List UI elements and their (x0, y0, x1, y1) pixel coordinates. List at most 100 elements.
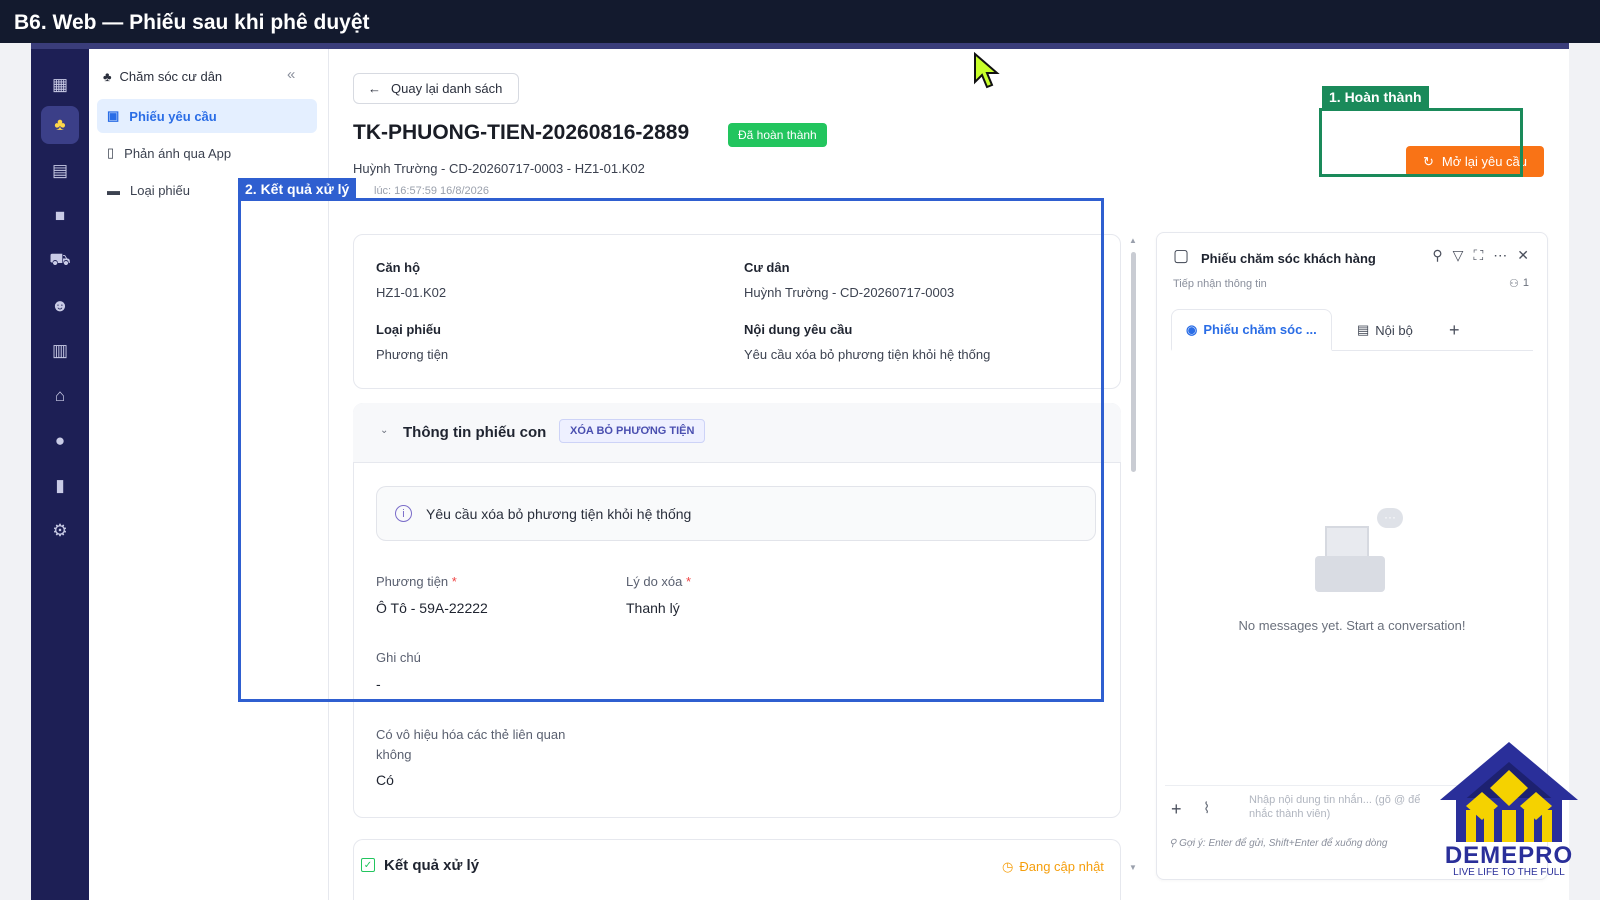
chart-icon[interactable]: ▮ (41, 467, 79, 505)
logo-mark (1440, 742, 1578, 842)
app-icon-bar: ▦ ♣ ▤ ■ ⛟ ☻ ▥ ⌂ ● ▮ ⚙ (31, 49, 89, 900)
scrollbar-thumb[interactable] (1131, 252, 1136, 472)
gear-icon[interactable]: ⚙ (41, 512, 79, 550)
empty-mailbox-icon: ··· (1315, 508, 1403, 592)
required-mark: * (686, 574, 692, 589)
mouse-cursor-icon (974, 52, 1000, 89)
notice-text: Yêu cầu xóa bỏ phương tiện khỏi hệ thống (426, 505, 692, 522)
chat-toolbar: ⚲ ▽ ⛶ ⋯ ✕ (1432, 247, 1529, 264)
refresh-icon: ↻ (1422, 153, 1434, 169)
clock-icon: ◷ (1002, 859, 1014, 874)
logo-tagline: LIVE LIFE TO THE FULL (1453, 867, 1565, 878)
tab-customer-care[interactable]: ◉ Phiếu chăm sóc ... (1171, 309, 1332, 351)
info-notice: i Yêu cầu xóa bỏ phương tiện khỏi hệ thố… (376, 486, 1096, 541)
tab-label: Nội bộ (1375, 322, 1413, 338)
vo-hieu-label: Có vô hiệu hóa các thẻ liên quan không (376, 727, 566, 762)
can-ho-value: HZ1-01.K02 (376, 285, 447, 300)
cu-dan-label: Cư dân (744, 260, 790, 275)
vo-hieu-value: Có (376, 772, 394, 788)
left-margin (0, 43, 31, 900)
hint-text: Gợi ý: Enter để gửi, Shift+Enter để xuốn… (1179, 838, 1388, 849)
note-icon: ▤ (1357, 322, 1370, 337)
ghi-chu-value: - (376, 676, 381, 692)
logo-brand: DEMEPRO (1444, 842, 1574, 869)
sidenav-title: Chăm sóc cư dân (119, 69, 223, 84)
result-status: ◷ Đang cập nhật (1002, 859, 1104, 875)
side-navigation: ♣ Chăm sóc cư dân « ▣ Phiếu yêu cầu ▯ Ph… (89, 49, 329, 900)
chevron-down-icon[interactable]: ⌄ (380, 425, 388, 436)
noi-dung-label: Nội dung yêu cầu (744, 322, 853, 337)
sidebar-item-label: Loại phiếu (130, 182, 190, 198)
close-icon[interactable]: ✕ (1517, 247, 1529, 264)
info-card (353, 234, 1121, 389)
member-count-text: 1 (1522, 277, 1529, 289)
scroll-down-icon[interactable]: ▼ (1129, 863, 1137, 872)
phuong-tien-value: Ô Tô - 59A-22222 (376, 600, 488, 616)
child-ticket-title: Thông tin phiếu con (403, 424, 547, 441)
collapse-icon[interactable]: « (287, 66, 295, 83)
more-icon[interactable]: ⋯ (1493, 247, 1507, 264)
result-status-text: Đang cập nhật (1019, 859, 1104, 874)
person-icon[interactable]: ● (41, 422, 79, 460)
annotation-label-2: 2. Kết quả xử lý (238, 178, 357, 200)
ly-do-label: Lý do xóa * (626, 574, 691, 589)
bulb-icon: ⚲ (1169, 838, 1177, 849)
member-count: ⚇ 1 (1509, 277, 1529, 290)
filter-icon[interactable]: ▽ (1453, 247, 1464, 264)
card-icon: ▬ (107, 182, 120, 198)
arrow-left-icon: ← (368, 81, 381, 96)
banner-title: B6. Web — Phiếu sau khi phê duyệt (14, 11, 370, 34)
ticket-timestamp: lúc: 16:57:59 16/8/2026 (374, 185, 489, 197)
phone-icon: ▯ (107, 145, 115, 160)
scroll-up-icon[interactable]: ▲ (1129, 236, 1137, 245)
phuong-tien-label: Phương tiện * (376, 574, 457, 589)
expand-icon[interactable]: ⛶ (1473, 247, 1483, 264)
sidenav-header: ♣ Chăm sóc cư dân (103, 69, 222, 84)
action-type-tag: XÓA BỎ PHƯƠNG TIỆN (559, 419, 706, 443)
sidebar-item-label: Phản ánh qua App (124, 145, 232, 161)
add-tab-icon[interactable]: + (1435, 309, 1474, 351)
empty-chat-message: No messages yet. Start a conversation! (1238, 618, 1466, 633)
can-ho-label: Căn hộ (376, 260, 421, 275)
back-to-list-button[interactable]: ← Quay lại danh sách (353, 73, 519, 104)
message-input[interactable]: Nhập nội dung tin nhắn... (gõ @ để nhắc … (1249, 793, 1429, 821)
calculator-icon[interactable]: ▤ (41, 152, 79, 190)
chat-subtitle: Tiếp nhận thông tin (1173, 278, 1267, 290)
user-icon: ⚇ (1509, 278, 1519, 290)
reopen-request-button[interactable]: ↻ Mở lại yêu cầu (1406, 146, 1544, 177)
globe-icon: ◉ (1186, 321, 1198, 337)
brand-logo: DEMEPRO LIVE LIFE TO THE FULL (1438, 740, 1580, 880)
required-mark: * (451, 574, 457, 589)
paperclip-icon[interactable]: ⌇ (1203, 799, 1210, 817)
tab-internal[interactable]: ▤ Nội bộ (1343, 309, 1427, 351)
field-label-text: Lý do xóa (626, 574, 683, 589)
users-icon[interactable]: ☻ (41, 287, 79, 325)
input-hint: ⚲ Gợi ý: Enter để gửi, Shift+Enter để xu… (1169, 838, 1387, 849)
noi-dung-value: Yêu cầu xóa bỏ phương tiện khỏi hệ thống (744, 347, 991, 362)
info-icon: i (395, 505, 412, 522)
store-icon[interactable]: ⌂ (41, 377, 79, 415)
tab-label: Phiếu chăm sóc ... (1203, 322, 1317, 337)
sidebar-item-label: Phiếu yêu cầu (129, 108, 217, 124)
ly-do-value: Thanh lý (626, 600, 680, 616)
back-label: Quay lại danh sách (391, 81, 503, 96)
status-badge: Đã hoàn thành (728, 123, 827, 147)
cu-dan-value: Huỳnh Trường - CD-20260717-0003 (744, 285, 955, 300)
field-label-text: Phương tiện (376, 574, 449, 589)
search-icon[interactable]: ⚲ (1432, 247, 1442, 264)
chat-title: Phiếu chăm sóc khách hàng (1201, 251, 1376, 266)
car-icon[interactable]: ⛟ (41, 242, 79, 280)
annotation-label-1: 1. Hoàn thành (1322, 86, 1429, 108)
sidebar-item-phieu-yeu-cau[interactable]: ▣ Phiếu yêu cầu (97, 99, 317, 133)
briefcase-icon[interactable]: ■ (41, 197, 79, 235)
document-icon: ▢ (1173, 246, 1190, 265)
care-icon[interactable]: ♣ (41, 106, 79, 144)
ticket-icon: ▣ (107, 108, 120, 123)
apartment-icon[interactable]: ▥ (41, 332, 79, 370)
loai-phieu-value: Phương tiện (376, 347, 449, 362)
loai-phieu-label: Loại phiếu (376, 322, 441, 337)
sidebar-item-phan-anh[interactable]: ▯ Phản ánh qua App (97, 136, 317, 170)
building-icon[interactable]: ▦ (41, 66, 79, 104)
ghi-chu-label: Ghi chú (376, 650, 421, 665)
add-attachment-icon[interactable]: + (1171, 799, 1182, 820)
